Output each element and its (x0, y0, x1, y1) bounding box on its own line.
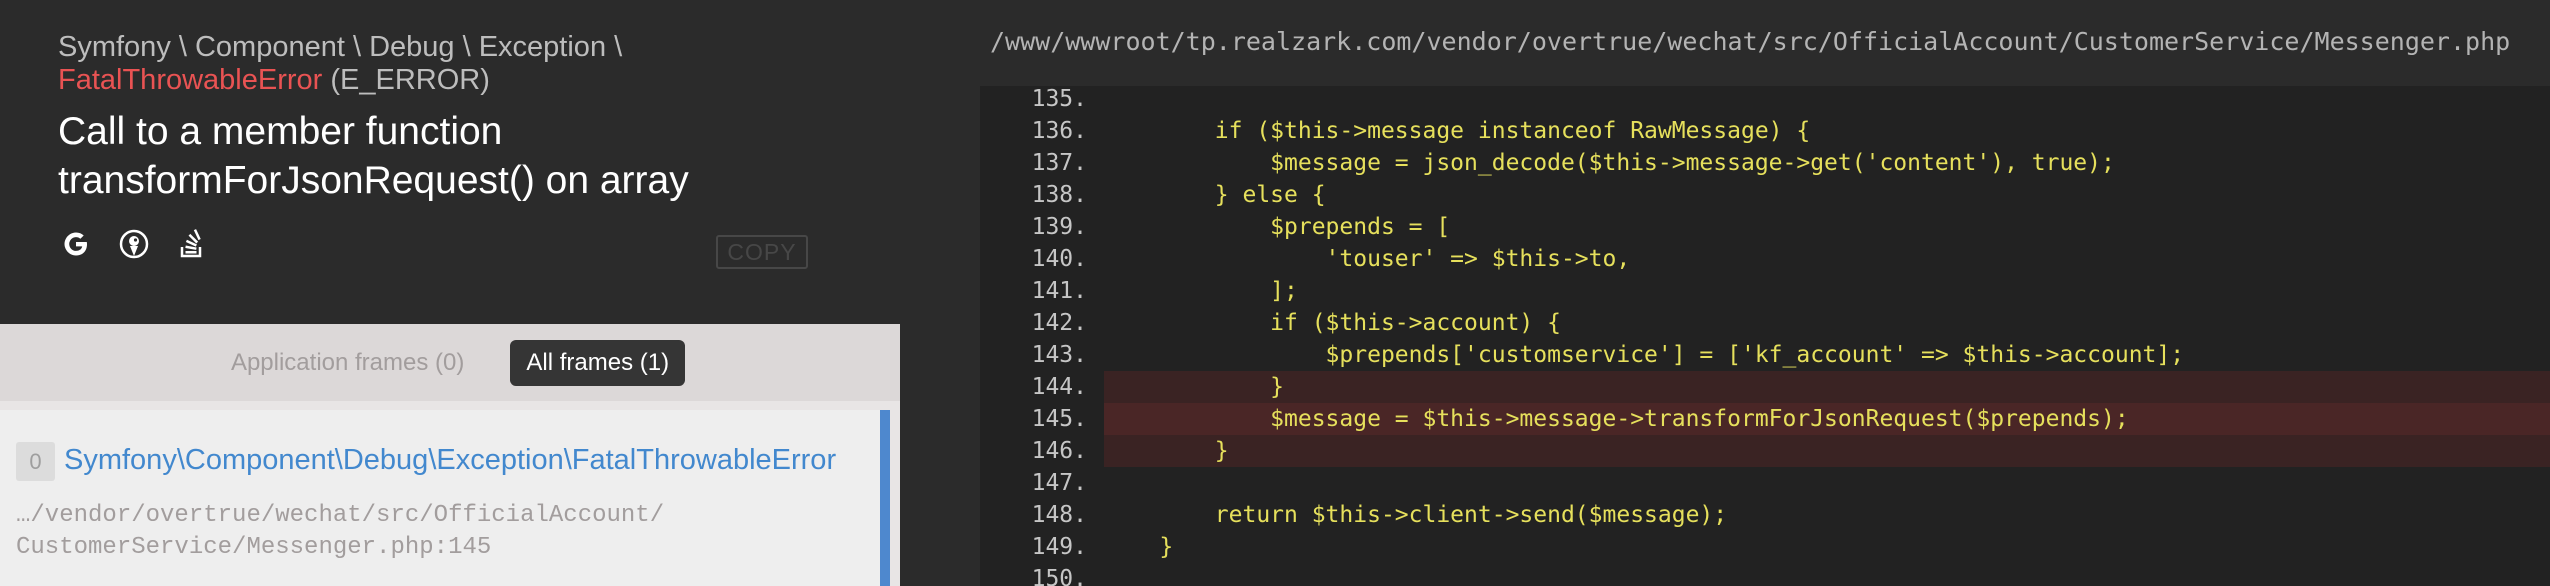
line-number: 136. (1031, 118, 1087, 144)
line-source: } (1104, 435, 2550, 467)
code-line: 145. $message = $this->message->transfor… (980, 403, 2550, 435)
frame-class: Symfony\Component\Debug\Exception\FatalT… (64, 444, 837, 476)
exception-header: Symfony \ Component \ Debug \ Exception … (0, 0, 900, 324)
code-line: 137. $message = json_decode($this->messa… (980, 147, 2550, 179)
frames-filter-tabs: Application frames (0) All frames (1) (0, 324, 900, 401)
code-line: 143. $prepends['customservice'] = ['kf_a… (980, 339, 2550, 371)
line-number: 135. (1031, 86, 1087, 112)
code-file-path: /www/wwwroot/tp.realzark.com/vendor/over… (990, 27, 2511, 56)
line-source: } else { (1104, 182, 1326, 208)
line-source: $message = json_decode($this->message->g… (1104, 150, 2115, 176)
code-line: 148. return $this->client->send($message… (980, 499, 2550, 531)
tab-all-frames[interactable]: All frames (1) (510, 339, 686, 386)
code-line: 144. } (980, 371, 2550, 403)
frame-index: 0 (16, 442, 55, 481)
line-source: $prepends = [ (1104, 214, 1451, 240)
line-source: $prepends['customservice'] = ['kf_accoun… (1104, 342, 2185, 368)
code-line: 146. } (980, 435, 2550, 467)
line-source: if ($this->message instanceof RawMessage… (1104, 118, 1811, 144)
duckduckgo-icon[interactable] (116, 226, 152, 262)
frame-item[interactable]: 0 Symfony\Component\Debug\Exception\Fata… (0, 410, 890, 586)
code-line: 149. } (980, 531, 2550, 563)
line-number: 139. (1031, 214, 1087, 240)
code-line: 138. } else { (980, 179, 2550, 211)
frames-list: 0 Symfony\Component\Debug\Exception\Fata… (0, 401, 900, 586)
code-lines: 135. 136. if ($this->message instanceof R… (980, 83, 2550, 586)
line-number: 144. (1031, 374, 1087, 400)
left-panel: Symfony \ Component \ Debug \ Exception … (0, 0, 900, 586)
line-number: 150. (1031, 566, 1087, 586)
stackoverflow-icon[interactable] (174, 226, 210, 262)
exception-class: Symfony \ Component \ Debug \ Exception … (58, 31, 900, 97)
code-line: 141. ]; (980, 275, 2550, 307)
code-line: 147. (980, 467, 2550, 499)
whoops-error-page: Symfony \ Component \ Debug \ Exception … (0, 0, 2550, 586)
line-number: 137. (1031, 150, 1087, 176)
frame-file-line1: …/vendor/overtrue/wechat/src/OfficialAcc… (16, 502, 665, 529)
line-number: 147. (1031, 470, 1087, 496)
frame-file-line2: CustomerService/Messenger.php:145 (16, 534, 492, 561)
line-source: } (1104, 371, 2550, 403)
line-source: 'touser' => $this->to, (1104, 246, 1631, 272)
line-number: 145. (1031, 406, 1087, 432)
line-source: ]; (1104, 278, 1298, 304)
code-panel: /www/wwwroot/tp.realzark.com/vendor/over… (900, 0, 2550, 586)
line-number: 142. (1031, 310, 1087, 336)
exception-type: (E_ERROR) (322, 64, 490, 96)
line-source: $message = $this->message->transformForJ… (1104, 403, 2550, 435)
line-source: return $this->client->send($message); (1104, 502, 1728, 528)
frame-file: …/vendor/overtrue/wechat/src/OfficialAcc… (16, 500, 664, 564)
exception-class-name: FatalThrowableError (58, 64, 323, 96)
line-number: 148. (1031, 502, 1087, 528)
line-number: 149. (1031, 534, 1087, 560)
tab-application-frames[interactable]: Application frames (0) (215, 340, 480, 386)
google-icon[interactable] (58, 226, 94, 262)
code-line: 150. (980, 563, 2550, 586)
code-line: 136. if ($this->message instanceof RawMe… (980, 115, 2550, 147)
code-block: 135. 136. if ($this->message instanceof R… (980, 86, 2550, 586)
line-source: } (1104, 534, 1174, 560)
line-number: 146. (1031, 438, 1087, 464)
code-line: 140. 'touser' => $this->to, (980, 243, 2550, 275)
line-number: 138. (1031, 182, 1087, 208)
code-line: 139. $prepends = [ (980, 211, 2550, 243)
exception-message: Call to a member function transformForJs… (58, 110, 689, 202)
code-line: 142. if ($this->account) { (980, 307, 2550, 339)
copy-button[interactable]: COPY (716, 235, 808, 269)
search-links (58, 226, 210, 262)
code-line: 135. (980, 83, 2550, 115)
line-source: if ($this->account) { (1104, 310, 1561, 336)
line-number: 143. (1031, 342, 1087, 368)
exception-namespace: Symfony \ Component \ Debug \ Exception … (58, 31, 623, 63)
line-number: 141. (1031, 278, 1087, 304)
line-number: 140. (1031, 246, 1087, 272)
